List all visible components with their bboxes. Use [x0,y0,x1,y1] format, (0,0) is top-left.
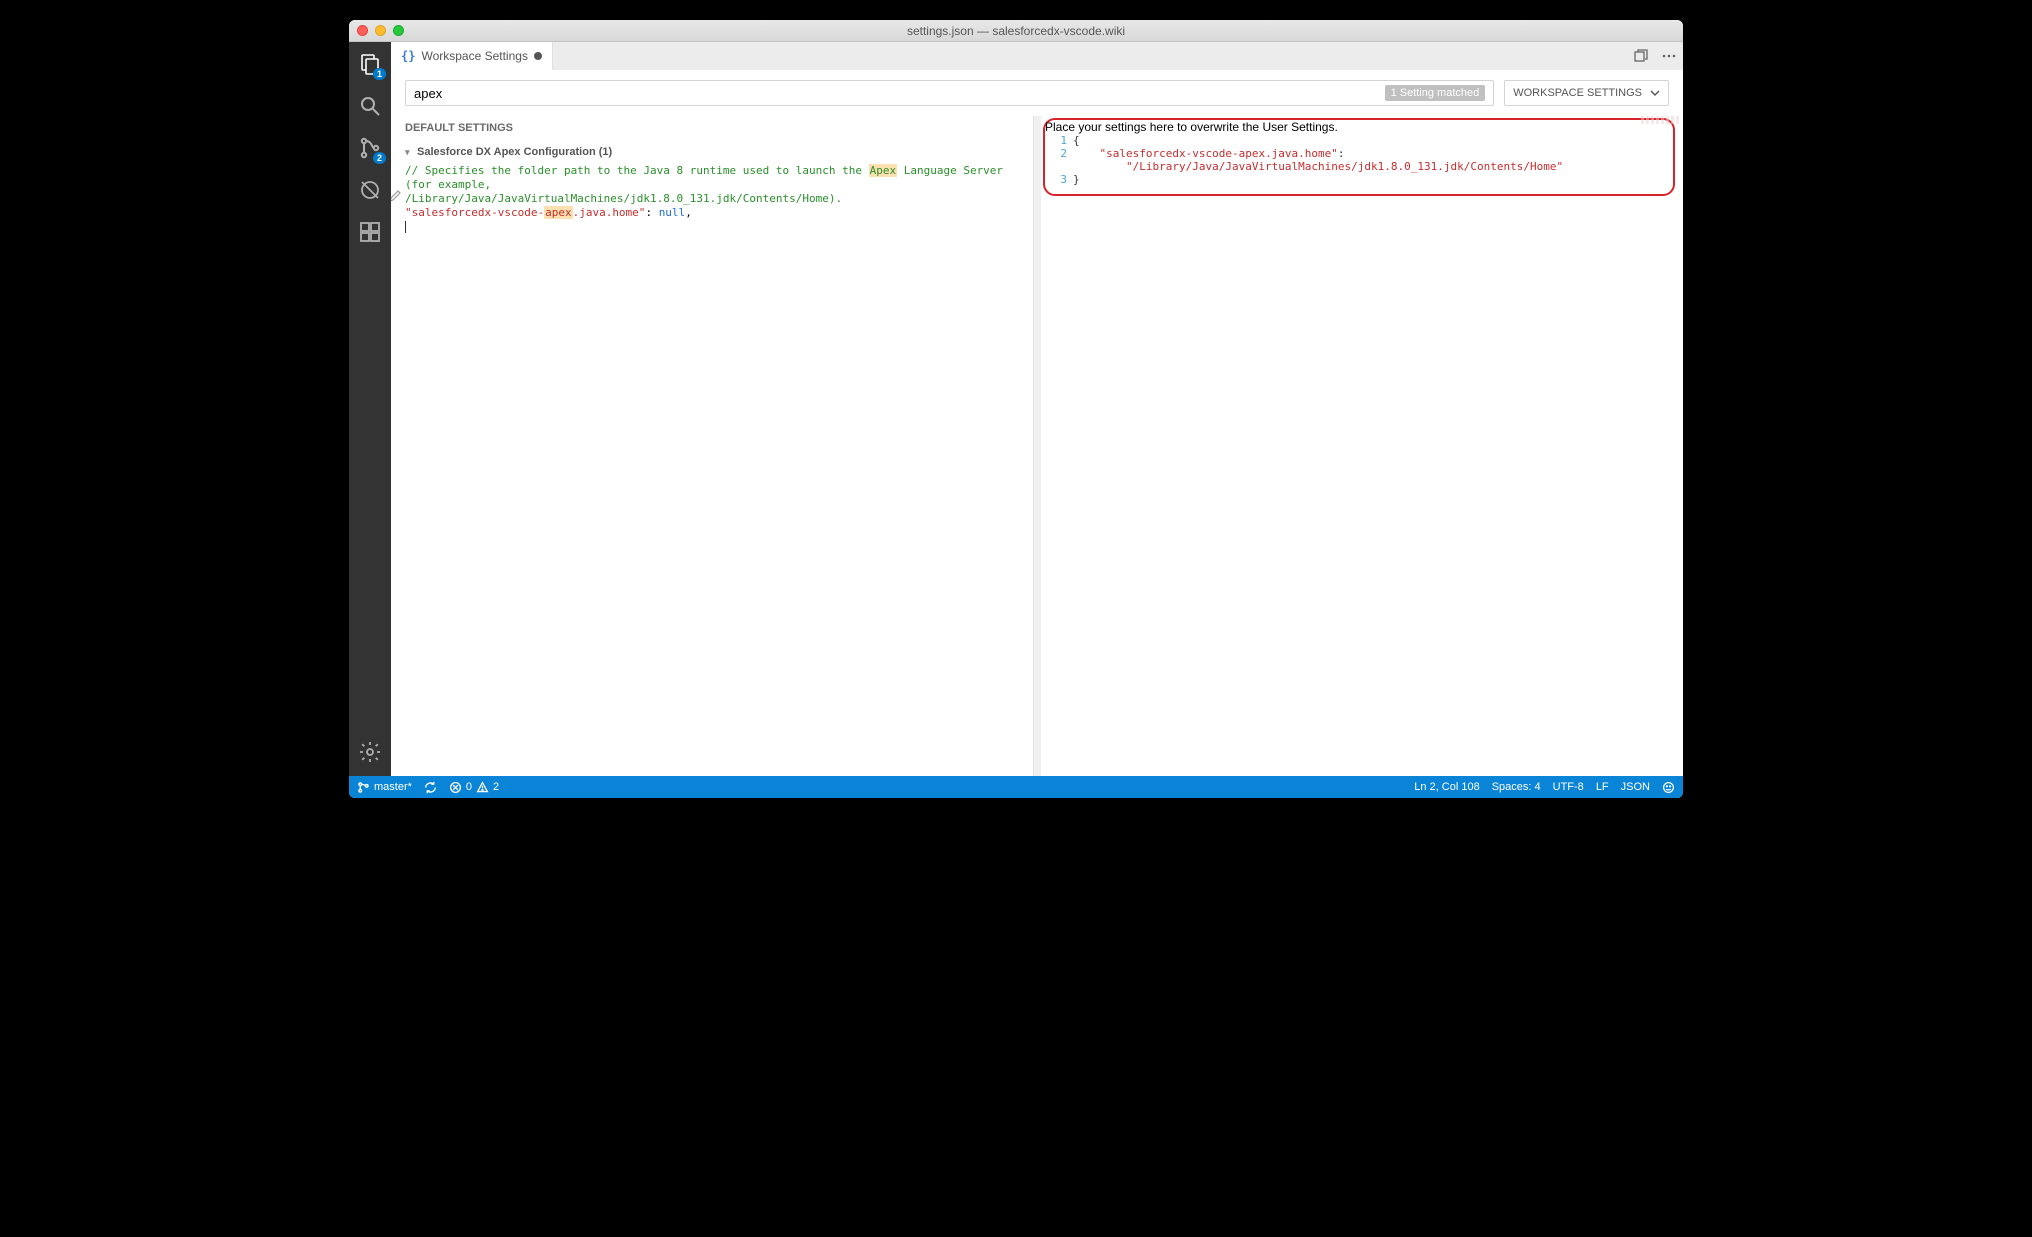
traffic-lights [357,25,404,36]
sync-button[interactable] [424,781,437,794]
default-settings-header: DEFAULT SETTINGS [391,116,1033,140]
search-highlight: apex [544,206,573,219]
indent [1073,160,1126,173]
minimize-icon[interactable] [375,25,386,36]
settings-gear-button[interactable] [356,738,384,766]
code-comment-line2: /Library/Java/JavaVirtualMachines/jdk1.8… [405,192,1019,206]
debug-button[interactable] [356,176,384,204]
warning-count: 2 [493,781,499,793]
settings-search-input[interactable]: 1 Setting matched [405,80,1494,106]
error-icon [449,781,462,794]
branch-icon [357,781,370,794]
chevron-down-icon: ▾ [405,147,413,158]
extensions-button[interactable] [356,218,384,246]
line-number: 2 [1045,147,1073,160]
status-bar: master* 0 2 Ln 2, Col 108 Spaces: 4 UTF-… [349,776,1683,798]
close-icon[interactable] [357,25,368,36]
more-actions-button[interactable] [1655,42,1683,70]
text-cursor [405,221,406,233]
branch-name: master* [374,781,412,793]
code-line[interactable]: "/Library/Java/JavaVirtualMachines/jdk1.… [1045,160,1673,173]
scm-button[interactable]: 2 [356,134,384,162]
dirty-indicator-icon [534,52,542,60]
smiley-icon [1662,781,1675,794]
json-icon: {} [401,49,415,63]
scm-badge: 2 [373,152,386,164]
code-null: null [659,206,686,219]
line-number [1045,160,1073,173]
split-sash[interactable] [1034,116,1041,776]
chevron-down-icon [1650,88,1660,98]
hint-text: Place your settings here to overwrite th… [1045,120,1673,134]
indentation-item[interactable]: Spaces: 4 [1492,781,1541,793]
section-header[interactable]: ▾ Salesforce DX Apex Configuration (1) [391,140,1033,162]
titlebar: settings.json — salesforcedx-vscode.wiki [349,20,1683,42]
sync-icon [424,781,437,794]
code-line[interactable]: 1 { [1045,134,1673,147]
indent [1073,147,1100,160]
section-title: Salesforce DX Apex Configuration (1) [417,146,612,158]
activity-bar: 1 2 [349,42,391,776]
code-key: "salesforcedx-vscode-apex.java.home" [1100,147,1338,160]
encoding-item[interactable]: UTF-8 [1553,781,1584,793]
default-settings-code[interactable]: // Specifies the folder path to the Java… [391,162,1033,242]
minimap[interactable] [1641,116,1681,124]
code-text: { [1073,134,1673,147]
feedback-button[interactable] [1662,781,1675,794]
window-title: settings.json — salesforcedx-vscode.wiki [349,24,1683,38]
tab-workspace-settings[interactable]: {} Workspace Settings [391,42,553,70]
problems-item[interactable]: 0 2 [449,781,499,794]
explorer-badge: 1 [373,68,386,80]
workbench-body: 1 2 {} Workspace [349,42,1683,776]
search-row: 1 Setting matched WORKSPACE SETTINGS [391,70,1683,116]
explorer-button[interactable]: 1 [356,50,384,78]
scope-label: WORKSPACE SETTINGS [1513,87,1642,99]
code-comment: // Specifies the folder path to the Java… [405,164,869,177]
app-window: settings.json — salesforcedx-vscode.wiki… [349,20,1683,798]
search-field[interactable] [414,86,1385,101]
settings-editor: 1 Setting matched WORKSPACE SETTINGS DEF… [391,70,1683,776]
scope-dropdown[interactable]: WORKSPACE SETTINGS [1504,80,1669,106]
cursor-position[interactable]: Ln 2, Col 108 [1414,781,1479,793]
user-settings-pane: Place your settings here to overwrite th… [1041,116,1683,776]
tab-label: Workspace Settings [421,49,528,63]
search-highlight: Apex [869,164,898,177]
code-text: } [1073,173,1673,186]
match-count-badge: 1 Setting matched [1385,85,1486,101]
tab-bar: {} Workspace Settings [391,42,1683,70]
annotation-callout: Place your settings here to overwrite th… [1043,118,1675,196]
error-count: 0 [466,781,472,793]
code-colon: : [1338,147,1345,160]
edit-pencil-icon[interactable] [391,190,401,206]
git-branch-item[interactable]: master* [357,781,412,794]
code-key-p2: .java.home" [573,206,646,219]
line-number: 1 [1045,134,1073,147]
search-button[interactable] [356,92,384,120]
code-line[interactable]: 2 "salesforcedx-vscode-apex.java.home": [1045,147,1673,160]
main-area: {} Workspace Settings 1 Setting matched [391,42,1683,776]
code-key-p1: "salesforcedx-vscode- [405,206,544,219]
language-mode-item[interactable]: JSON [1621,781,1650,793]
eol-item[interactable]: LF [1596,781,1609,793]
code-line[interactable]: 3 } [1045,173,1673,186]
line-number: 3 [1045,173,1073,186]
settings-split: DEFAULT SETTINGS ▾ Salesforce DX Apex Co… [391,116,1683,776]
code-value: "/Library/Java/JavaVirtualMachines/jdk1.… [1126,160,1563,173]
open-in-editor-button[interactable] [1627,42,1655,70]
default-settings-pane: DEFAULT SETTINGS ▾ Salesforce DX Apex Co… [391,116,1034,776]
warning-icon [476,781,489,794]
maximize-icon[interactable] [393,25,404,36]
